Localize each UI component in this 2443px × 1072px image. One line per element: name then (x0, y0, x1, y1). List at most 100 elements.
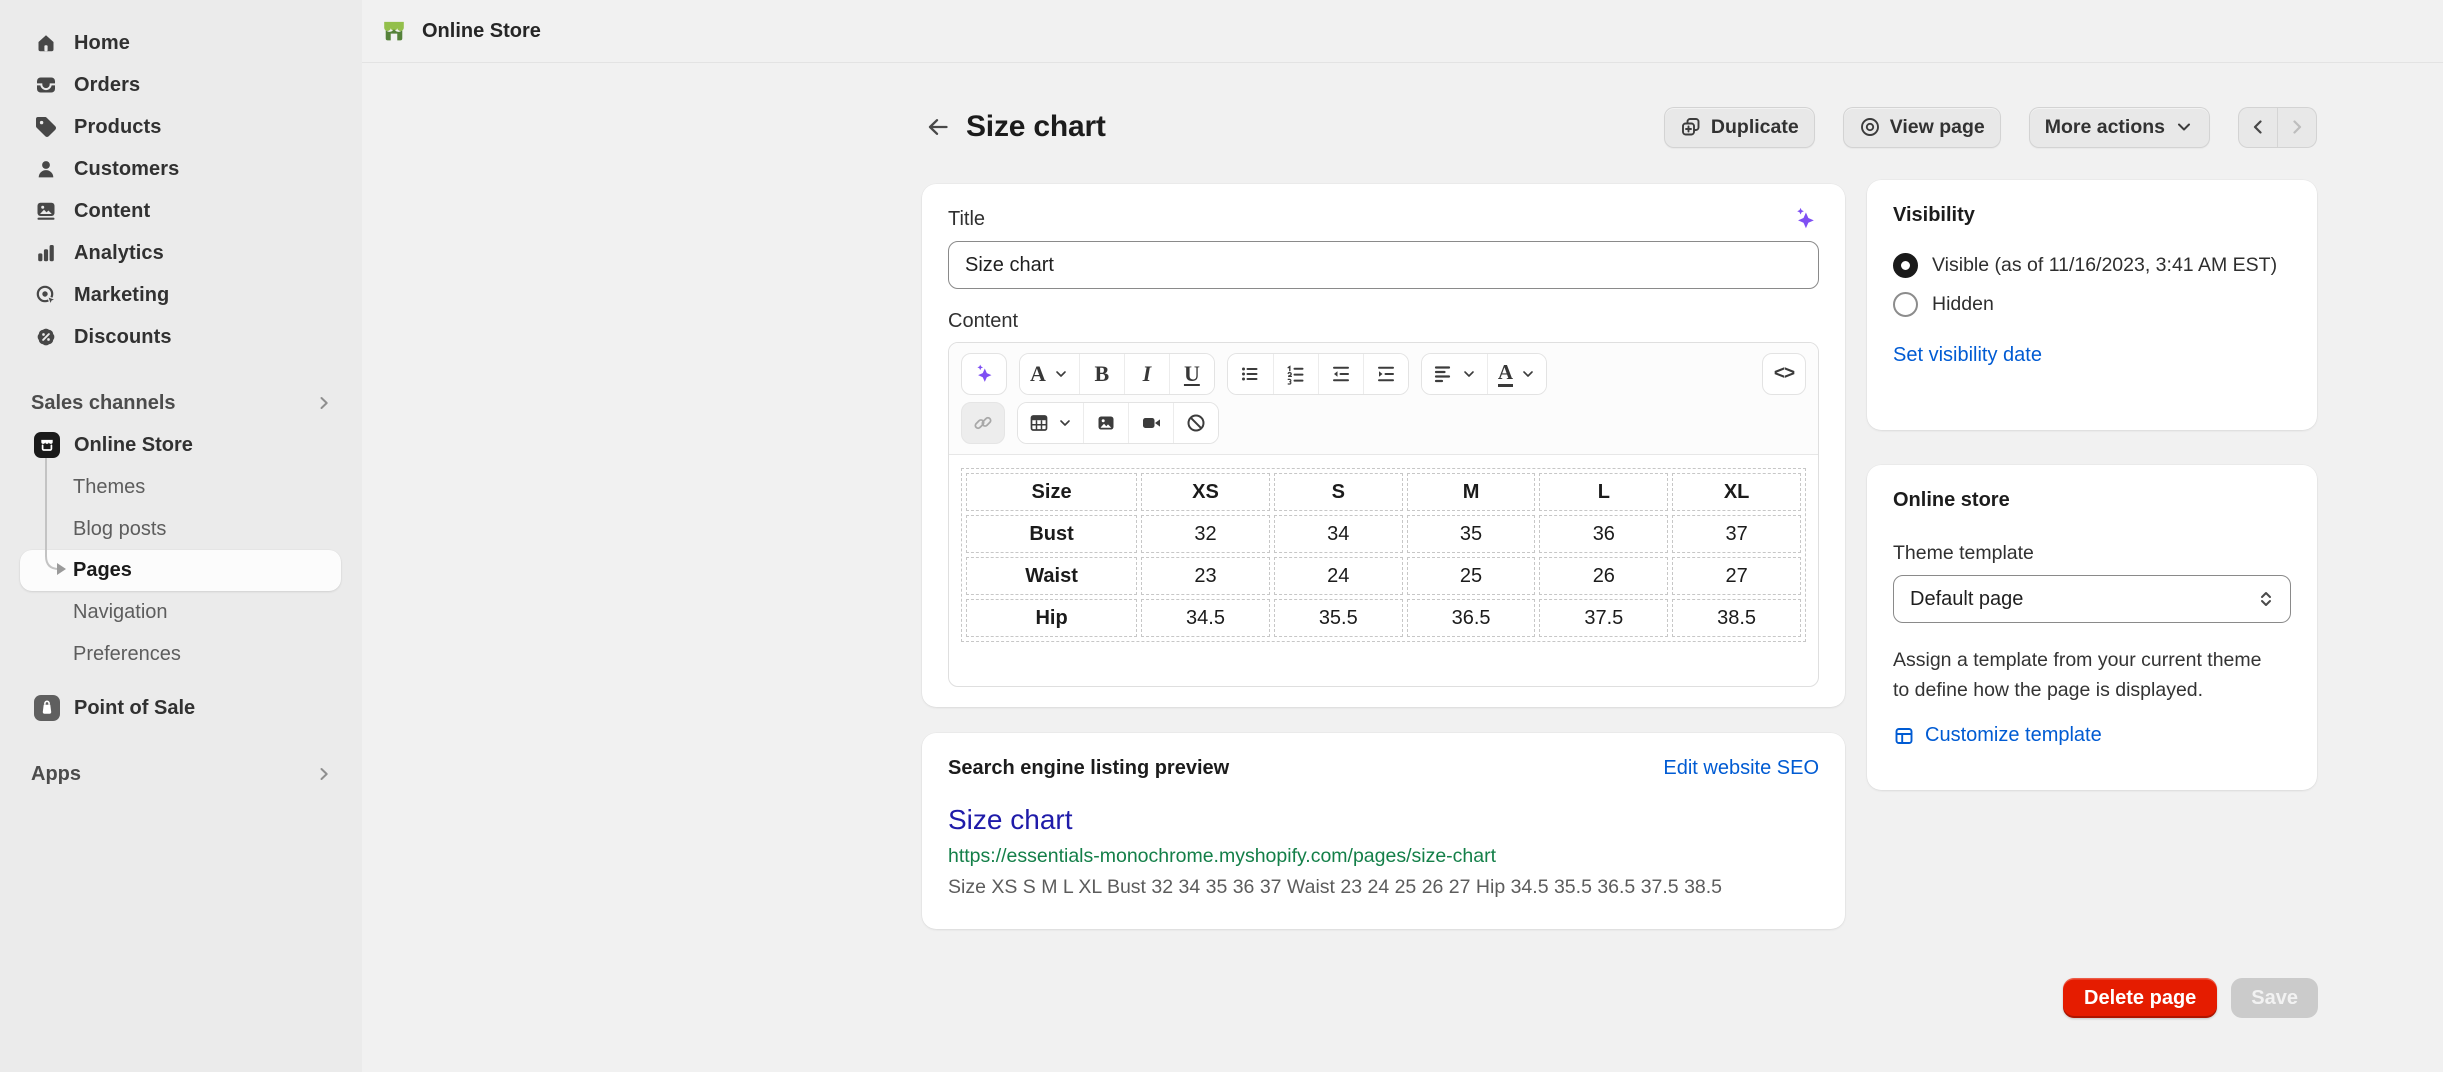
sidebar-item-online-store[interactable]: Online Store (0, 424, 362, 466)
clear-formatting-button[interactable] (1173, 403, 1218, 443)
back-button[interactable] (918, 107, 958, 147)
radio-unchecked-icon[interactable] (1893, 292, 1918, 317)
sidebar-item-marketing[interactable]: Marketing (0, 274, 362, 316)
sidebar-item-label: Home (74, 32, 130, 55)
customize-template-link[interactable]: Customize template (1893, 724, 2291, 747)
visibility-option-visible: Visible (as of 11/16/2023, 3:41 AM EST) (1893, 253, 2291, 278)
sidebar-item-content[interactable]: Content (0, 190, 362, 232)
chevron-down-icon (1520, 366, 1536, 382)
insert-video-button[interactable] (1128, 403, 1173, 443)
point-of-sale-icon (34, 695, 60, 721)
sidebar-item-discounts[interactable]: Discounts (0, 316, 362, 358)
chevron-left-icon (2248, 117, 2268, 137)
apps-header[interactable]: Apps (0, 753, 362, 795)
table-cell[interactable]: M (1407, 473, 1536, 511)
sidebar-item-label: Analytics (74, 242, 164, 265)
table-cell[interactable]: 38.5 (1672, 599, 1801, 637)
table-cell[interactable]: Size (966, 473, 1137, 511)
table-cell[interactable]: 35.5 (1274, 599, 1403, 637)
insert-link-button-disabled[interactable] (961, 402, 1005, 444)
table-cell[interactable]: 35 (1407, 515, 1536, 553)
numbered-list-button[interactable] (1273, 354, 1318, 394)
seo-preview-card: Search engine listing preview Edit websi… (922, 733, 1845, 929)
orders-icon (34, 73, 58, 97)
title-input[interactable] (948, 241, 1819, 289)
sidebar-item-customers[interactable]: Customers (0, 148, 362, 190)
sidebar-item-navigation[interactable]: Navigation (0, 591, 362, 633)
sidebar-item-home[interactable]: Home (0, 22, 362, 64)
previous-page-button[interactable] (2239, 108, 2277, 147)
theme-template-select[interactable]: Default page (1893, 575, 2291, 623)
ai-sparkle-icon (972, 363, 996, 385)
content-field-label: Content (948, 310, 1819, 333)
table-cell[interactable]: 34.5 (1141, 599, 1270, 637)
ai-assist-button[interactable] (961, 353, 1007, 395)
table-cell[interactable]: 24 (1274, 557, 1403, 595)
more-actions-button[interactable]: More actions (2029, 107, 2210, 148)
bulleted-list-button[interactable] (1228, 354, 1273, 394)
font-style-button[interactable]: A (1020, 354, 1079, 394)
edit-website-seo-link[interactable]: Edit website SEO (1663, 757, 1819, 780)
next-page-button-disabled[interactable] (2277, 108, 2316, 147)
table-cell[interactable]: 34 (1274, 515, 1403, 553)
sidebar-item-products[interactable]: Products (0, 106, 362, 148)
table-cell[interactable]: 23 (1141, 557, 1270, 595)
align-left-icon (1432, 363, 1454, 385)
sidebar-item-label: Pages (73, 559, 132, 582)
table-row: Waist 23 24 25 26 27 (966, 557, 1801, 595)
page-edit-card: Title Content A B I U (922, 184, 1845, 707)
sidebar-item-pages-active[interactable]: Pages (20, 550, 341, 591)
table-cell[interactable]: 37.5 (1539, 599, 1668, 637)
sidebar-item-analytics[interactable]: Analytics (0, 232, 362, 274)
view-page-button[interactable]: View page (1843, 107, 2001, 148)
outdent-button[interactable] (1318, 354, 1363, 394)
indent-button[interactable] (1363, 354, 1408, 394)
sidebar-item-label: Preferences (73, 643, 181, 666)
sidebar-item-blog-posts[interactable]: Blog posts (0, 508, 362, 550)
ai-sparkle-icon[interactable] (1791, 206, 1819, 232)
sales-channels-header[interactable]: Sales channels (0, 382, 362, 424)
save-label: Save (2251, 987, 2298, 1010)
sidebar-item-orders[interactable]: Orders (0, 64, 362, 106)
ban-icon (1185, 412, 1207, 434)
underline-icon: U (1184, 363, 1200, 385)
table-cell[interactable]: 26 (1539, 557, 1668, 595)
table-cell[interactable]: 36.5 (1407, 599, 1536, 637)
italic-button[interactable]: I (1124, 354, 1169, 394)
seo-result-description: Size XS S M L XL Bust 32 34 35 36 37 Wai… (948, 876, 1819, 899)
sidebar-item-label: Content (74, 200, 150, 223)
insert-table-button[interactable] (1018, 403, 1083, 443)
underline-button[interactable]: U (1169, 354, 1214, 394)
table-cell[interactable]: XL (1672, 473, 1801, 511)
table-cell[interactable]: Waist (966, 557, 1137, 595)
code-view-button[interactable]: <> (1762, 353, 1806, 395)
table-cell[interactable]: L (1539, 473, 1668, 511)
table-cell[interactable]: XS (1141, 473, 1270, 511)
radio-checked-icon[interactable] (1893, 253, 1918, 278)
page-header: Size chart Duplicate View page More acti… (918, 105, 2317, 149)
text-color-button[interactable]: A (1487, 354, 1546, 394)
sidebar-item-themes[interactable]: Themes (0, 466, 362, 508)
table-cell[interactable]: 32 (1141, 515, 1270, 553)
table-cell[interactable]: 36 (1539, 515, 1668, 553)
delete-page-button[interactable]: Delete page (2063, 978, 2217, 1018)
sidebar-item-preferences[interactable]: Preferences (0, 633, 362, 675)
bold-button[interactable]: B (1079, 354, 1124, 394)
visibility-heading: Visibility (1893, 204, 2291, 227)
text-alignment-button[interactable] (1422, 354, 1487, 394)
save-button-disabled[interactable]: Save (2231, 978, 2318, 1018)
table-cell[interactable]: 27 (1672, 557, 1801, 595)
table-cell[interactable]: 37 (1672, 515, 1801, 553)
table-cell[interactable]: 25 (1407, 557, 1536, 595)
sidebar-item-point-of-sale[interactable]: Point of Sale (0, 687, 362, 729)
table-cell[interactable]: Bust (966, 515, 1137, 553)
table-cell[interactable]: S (1274, 473, 1403, 511)
table-cell[interactable]: Hip (966, 599, 1137, 637)
set-visibility-date-link[interactable]: Set visibility date (1893, 344, 2042, 367)
template-icon (1893, 725, 1915, 747)
editor-content-area[interactable]: Size XS S M L XL Bust 32 34 35 36 37 Wai… (949, 455, 1818, 642)
chevron-down-icon (1053, 366, 1069, 382)
insert-image-button[interactable] (1083, 403, 1128, 443)
duplicate-button[interactable]: Duplicate (1664, 107, 1815, 148)
indent-icon (1375, 363, 1397, 385)
